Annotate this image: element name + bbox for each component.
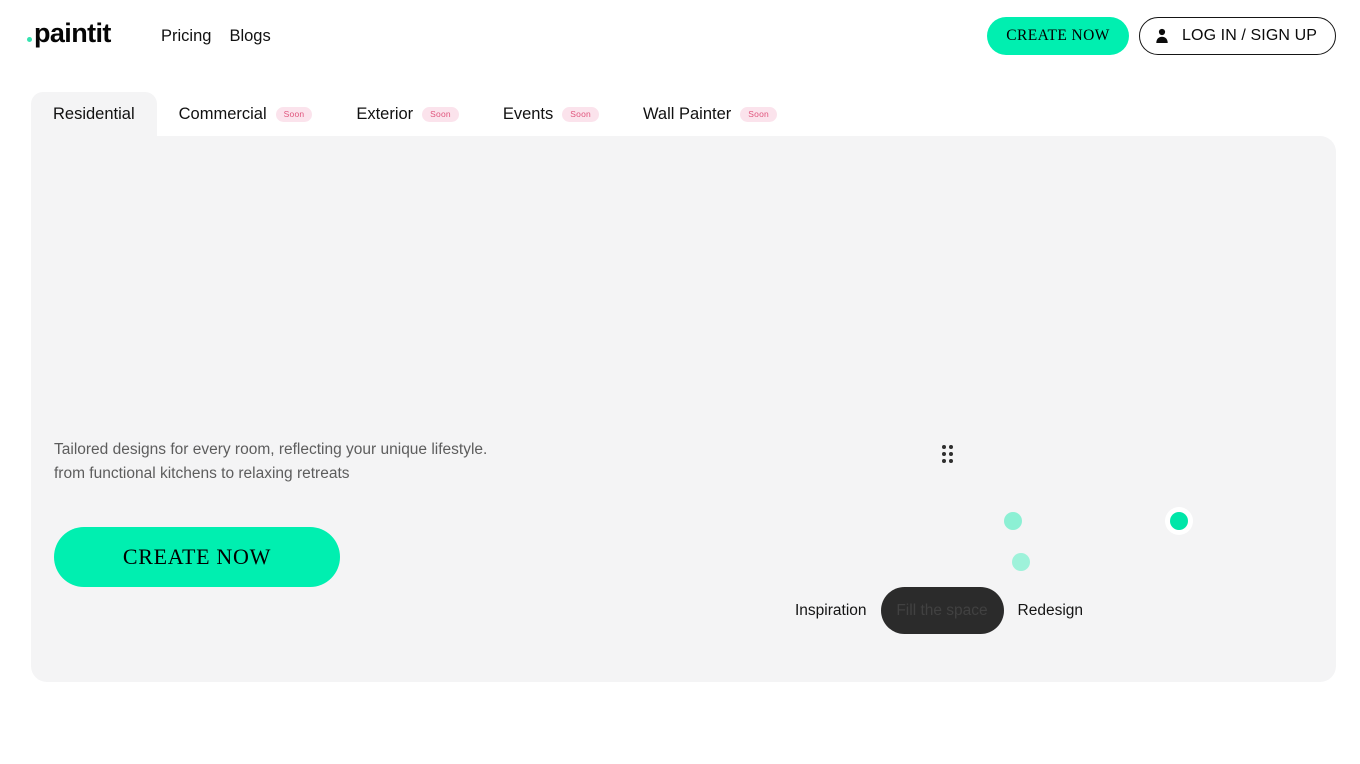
- mode-redesign[interactable]: Redesign: [1018, 602, 1084, 620]
- login-signup-button[interactable]: LOG IN / SIGN UP: [1139, 17, 1336, 55]
- tab-label: Events: [502, 105, 554, 123]
- drag-handle-icon[interactable]: [942, 445, 953, 463]
- soon-badge: Soon: [740, 107, 777, 122]
- app-root: paintit Pricing Blogs CREATE NOW LOG IN …: [0, 0, 1360, 764]
- handle-dot: [942, 459, 946, 463]
- hero-panel: Tailored designs for every room, reflect…: [31, 136, 1336, 682]
- tab-events[interactable]: Events Soon: [481, 92, 621, 137]
- login-signup-label: LOG IN / SIGN UP: [1182, 27, 1317, 44]
- create-now-header-button[interactable]: CREATE NOW: [987, 17, 1130, 55]
- tab-commercial[interactable]: Commercial Soon: [157, 92, 335, 137]
- handle-dot: [942, 452, 946, 456]
- tab-label: Exterior: [356, 105, 414, 123]
- logo-text: paintit: [34, 18, 111, 48]
- site-header: paintit Pricing Blogs CREATE NOW LOG IN …: [0, 0, 1360, 72]
- logo-dot: [27, 37, 32, 42]
- mode-inspiration[interactable]: Inspiration: [795, 602, 867, 620]
- color-dot-mint-1[interactable]: [1004, 512, 1022, 530]
- tab-label: Residential: [53, 105, 135, 123]
- handle-dot: [949, 445, 953, 449]
- tab-wall-painter[interactable]: Wall Painter Soon: [621, 92, 799, 137]
- color-dot-active[interactable]: [1165, 507, 1193, 535]
- logo[interactable]: paintit: [27, 20, 111, 47]
- person-icon: [1155, 28, 1169, 44]
- soon-badge: Soon: [562, 107, 599, 122]
- nav-item-blogs[interactable]: Blogs: [229, 24, 270, 48]
- handle-dot: [949, 452, 953, 456]
- mode-fill-the-space[interactable]: Fill the space: [880, 587, 1004, 634]
- category-tabs: Residential Commercial Soon Exterior Soo…: [31, 92, 799, 137]
- nav-item-pricing[interactable]: Pricing: [161, 24, 211, 48]
- tab-exterior[interactable]: Exterior Soon: [334, 92, 481, 137]
- handle-dot: [942, 445, 946, 449]
- create-now-main-button[interactable]: CREATE NOW: [54, 527, 340, 587]
- main-nav: Pricing Blogs: [161, 24, 271, 48]
- handle-dot: [949, 459, 953, 463]
- tab-label: Wall Painter: [642, 105, 732, 123]
- color-dot-mint-2[interactable]: [1012, 553, 1030, 571]
- color-dot-active-fill: [1170, 512, 1188, 530]
- mode-selector: Inspiration Fill the space Redesign: [795, 587, 1083, 634]
- tab-label: Commercial: [178, 105, 267, 123]
- soon-badge: Soon: [275, 107, 313, 122]
- hero-caption: Tailored designs for every room, reflect…: [54, 441, 488, 482]
- tab-residential[interactable]: Residential: [31, 92, 157, 137]
- soon-badge: Soon: [422, 107, 459, 122]
- header-actions: CREATE NOW LOG IN / SIGN UP: [987, 17, 1336, 55]
